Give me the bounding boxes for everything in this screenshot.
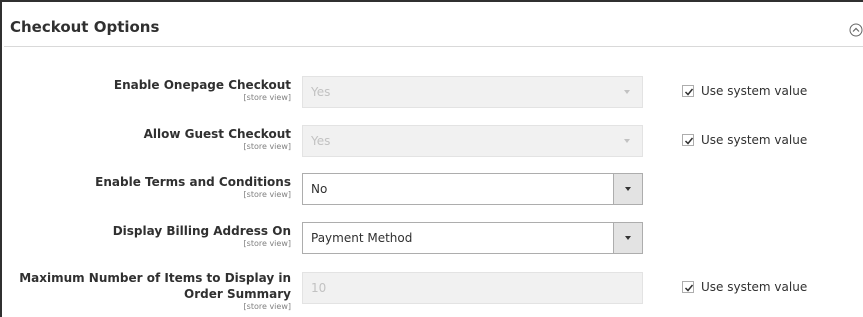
select-value: Yes: [311, 134, 331, 148]
use-system-value-label: Use system value: [701, 280, 808, 294]
use-system-value-checkbox[interactable]: [682, 134, 694, 146]
display-billing-address-on-select[interactable]: Payment Method: [302, 222, 643, 254]
select-value: Payment Method: [311, 231, 413, 245]
field-label-max-items-line1: Maximum Number of Items to Display in: [19, 271, 291, 285]
checkmark-icon: [684, 88, 694, 96]
checkmark-icon: [684, 137, 694, 145]
collapse-icon[interactable]: [849, 23, 863, 37]
field-label-enable-onepage-checkout: Enable Onepage Checkout: [113, 78, 291, 92]
field-scope: [store view]: [243, 302, 291, 311]
checkmark-icon: [684, 284, 694, 292]
field-scope: [store view]: [243, 190, 291, 199]
select-value: Yes: [311, 85, 331, 99]
select-arrow-box[interactable]: [613, 223, 642, 253]
field-label-allow-guest-checkout: Allow Guest Checkout: [143, 127, 291, 141]
max-items-in-order-summary-input[interactable]: 10: [302, 272, 643, 304]
chevron-down-icon: [624, 90, 630, 94]
select-arrow-box: [613, 126, 642, 156]
use-system-value-checkbox[interactable]: [682, 85, 694, 97]
input-value: 10: [311, 281, 327, 295]
enable-onepage-checkout-select[interactable]: Yes: [302, 76, 643, 108]
use-system-value-checkbox[interactable]: [682, 281, 694, 293]
select-arrow-box[interactable]: [613, 174, 642, 204]
field-label-max-items-line2: Order Summary: [184, 287, 291, 301]
section-divider: [4, 46, 863, 47]
enable-terms-and-conditions-select[interactable]: No: [302, 173, 643, 205]
chevron-down-icon: [625, 236, 631, 240]
field-scope: [store view]: [243, 142, 291, 151]
select-value: No: [311, 182, 328, 196]
chevron-down-icon: [624, 139, 630, 143]
checkout-options-panel: Checkout Options Enable Onepage Checkout…: [0, 0, 863, 317]
use-system-value-label: Use system value: [701, 84, 808, 98]
field-scope: [store view]: [243, 239, 291, 248]
use-system-value-label: Use system value: [701, 133, 808, 147]
allow-guest-checkout-select[interactable]: Yes: [302, 125, 643, 157]
field-label-display-billing-address-on: Display Billing Address On: [112, 224, 291, 238]
section-title[interactable]: Checkout Options: [10, 18, 159, 36]
select-arrow-box: [613, 77, 642, 107]
chevron-down-icon: [625, 187, 631, 191]
field-label-enable-terms-and-conditions: Enable Terms and Conditions: [95, 175, 291, 189]
field-scope: [store view]: [243, 93, 291, 102]
